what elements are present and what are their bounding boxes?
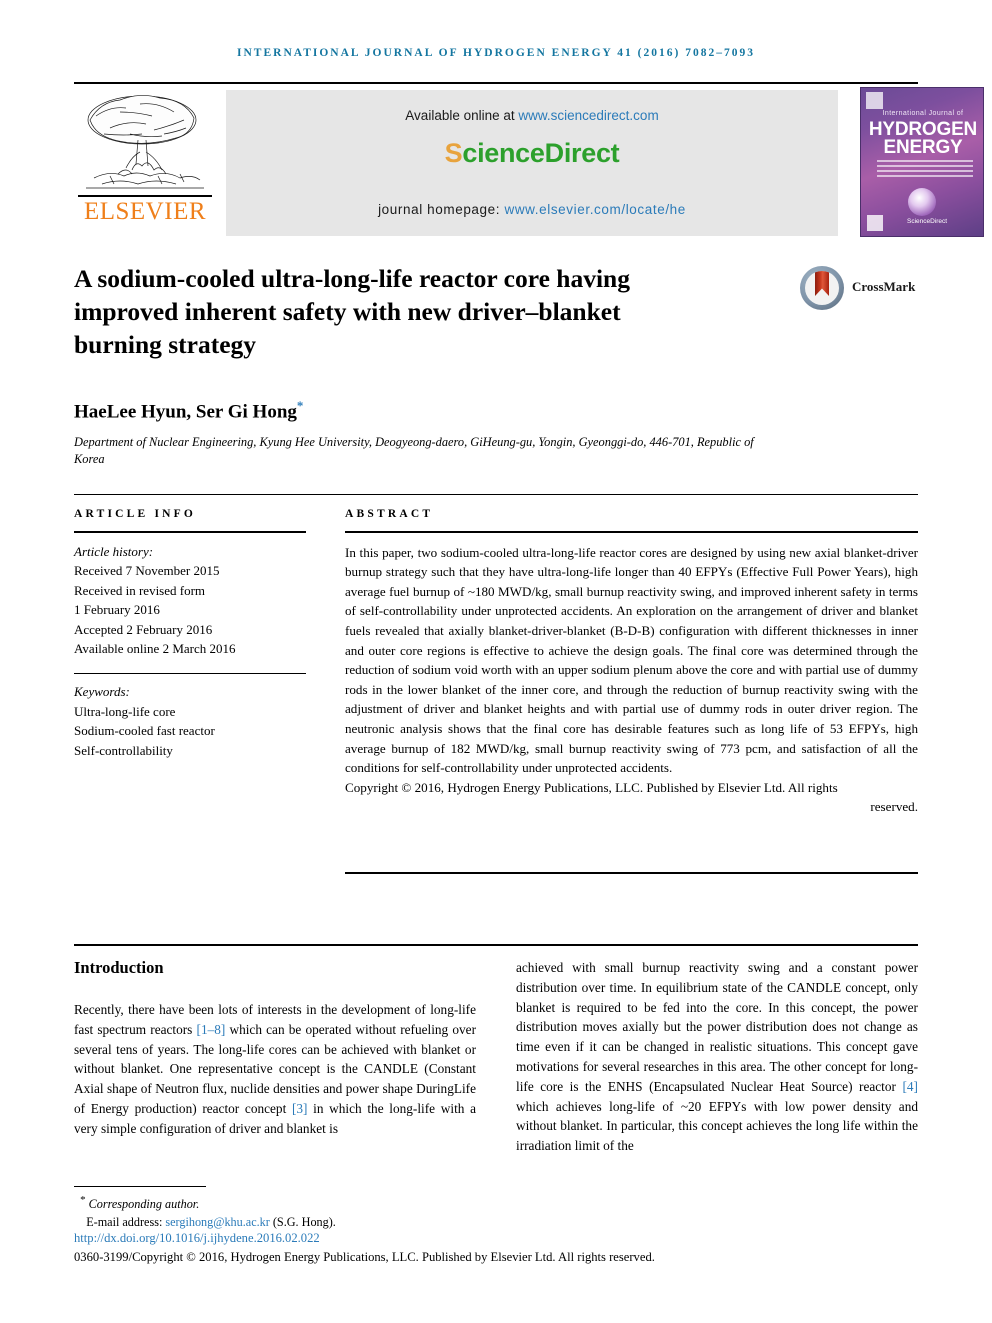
article-info-rule	[74, 531, 306, 533]
crossmark-circle-icon	[800, 266, 844, 310]
keyword-item: Ultra-long-life core	[74, 703, 176, 719]
journal-homepage-link[interactable]: www.elsevier.com/locate/he	[504, 202, 685, 217]
keywords-rule	[74, 672, 306, 675]
sciencedirect-logo-s: S	[444, 138, 463, 168]
corresponding-author-marker[interactable]: *	[297, 398, 304, 413]
cover-publisher-badge-icon	[866, 92, 883, 109]
cover-title-line-2: ENERGY	[883, 137, 963, 158]
body-divider	[74, 944, 918, 946]
sciencedirect-logo: ScienceDirect	[226, 138, 838, 169]
journal-cover-thumbnail: International Journal of HYDROGEN ENERGY…	[860, 87, 984, 237]
abstract-heading: ABSTRACT	[345, 508, 434, 520]
article-history-item: Accepted 2 February 2016	[74, 621, 213, 637]
paper-page: INTERNATIONAL JOURNAL OF HYDROGEN ENERGY…	[0, 0, 992, 1323]
article-history-item: Received in revised form	[74, 582, 206, 598]
introduction-paragraph-right: achieved with small burnup reactivity sw…	[516, 958, 918, 1156]
footnote-block: * Corresponding author. E-mail address: …	[74, 1192, 514, 1231]
body-column-left: Recently, there have been lots of intere…	[74, 1000, 476, 1139]
issn-copyright-line: 0360-3199/Copyright © 2016, Hydrogen Ene…	[74, 1250, 655, 1264]
journal-homepage-line: journal homepage: www.elsevier.com/locat…	[226, 202, 838, 217]
email-note: E-mail address: sergihong@khu.ac.kr (S.G…	[74, 1214, 514, 1232]
elsevier-tree-icon	[86, 95, 204, 189]
keywords-label: Keywords:	[74, 684, 130, 700]
introduction-heading: Introduction	[74, 958, 164, 977]
introduction-paragraph-left: Recently, there have been lots of intere…	[74, 1000, 476, 1139]
abstract-rule	[345, 531, 918, 533]
crossmark-ribbon-icon	[815, 271, 829, 296]
citation-link-4[interactable]: [4]	[902, 1079, 918, 1094]
corresponding-author-note: * Corresponding author.	[74, 1192, 514, 1214]
journal-homepage-prefix: journal homepage:	[378, 202, 505, 217]
cover-footer: ScienceDirect	[867, 215, 979, 231]
article-history-block: Article history: Received 7 November 201…	[74, 542, 324, 659]
available-online-line: Available online at www.sciencedirect.co…	[226, 108, 838, 123]
crossmark-badge[interactable]: CrossMark	[800, 266, 916, 310]
article-info-heading: ARTICLE INFO	[74, 508, 197, 520]
author-list: HaeLee Hyun, Ser Gi Hong*	[74, 398, 774, 423]
citation-link-3[interactable]: [3]	[292, 1101, 308, 1116]
keyword-item: Sodium-cooled fast reactor	[74, 723, 215, 739]
email-label: E-mail address:	[86, 1214, 166, 1229]
citation-link-1-8[interactable]: [1–8]	[197, 1022, 226, 1037]
section-divider-top	[74, 494, 918, 495]
body-column-right: achieved with small burnup reactivity sw…	[516, 958, 918, 1156]
affiliation: Department of Nuclear Engineering, Kyung…	[74, 435, 754, 466]
running-head: INTERNATIONAL JOURNAL OF HYDROGEN ENERGY…	[237, 47, 755, 59]
author-names: HaeLee Hyun, Ser Gi Hong	[74, 401, 297, 423]
abstract-copyright-tail: reserved.	[870, 799, 918, 815]
intro-right-text-part-1: achieved with small burnup reactivity sw…	[516, 960, 918, 1094]
crossmark-label: CrossMark	[852, 279, 916, 294]
cover-editor-lines	[877, 160, 973, 180]
elsevier-logo: ELSEVIER	[74, 90, 216, 236]
abstract-copyright: Copyright © 2016, Hydrogen Energy Public…	[345, 779, 838, 795]
doi-link[interactable]: http://dx.doi.org/10.1016/j.ijhydene.201…	[74, 1231, 320, 1246]
available-online-prefix: Available online at	[405, 108, 519, 123]
footnote-rule	[74, 1186, 206, 1187]
intro-right-text-part-2: which achieves long-life of ~20 EFPYs wi…	[516, 1098, 918, 1154]
cover-orb-graphic	[908, 188, 936, 216]
cover-footer-badge-icon	[867, 215, 883, 231]
sciencedirect-logo-rest: cienceDirect	[462, 138, 620, 168]
elsevier-rule	[78, 195, 212, 197]
cover-footer-sciencedirect: ScienceDirect	[907, 218, 948, 225]
elsevier-wordmark: ELSEVIER	[83, 198, 207, 225]
article-history-label: Article history:	[74, 543, 154, 559]
author-email-link[interactable]: sergihong@khu.ac.kr	[165, 1215, 269, 1229]
keyword-item: Self-controllability	[74, 742, 173, 758]
sciencedirect-url-link[interactable]: www.sciencedirect.com	[518, 108, 658, 123]
keywords-block: Keywords: Ultra-long-life core Sodium-co…	[74, 682, 324, 760]
sciencedirect-box: Available online at www.sciencedirect.co…	[226, 90, 838, 236]
abstract-divider-bottom	[345, 872, 918, 874]
corresponding-author-label: Corresponding author.	[88, 1197, 200, 1212]
crossmark-inner-disc	[805, 271, 839, 305]
article-info-column: ARTICLE INFO Article history: Received 7…	[74, 508, 324, 760]
footnote-star-marker: *	[80, 1194, 86, 1206]
article-history-item: Received 7 November 2015	[74, 563, 220, 579]
abstract-text: In this paper, two sodium-cooled ultra-l…	[345, 544, 918, 776]
journal-banner: ELSEVIER Available online at www.science…	[74, 82, 984, 239]
abstract-column: ABSTRACT In this paper, two sodium-coole…	[345, 508, 918, 817]
article-history-item: Available online 2 March 2016	[74, 641, 236, 657]
article-history-item: 1 February 2016	[74, 602, 160, 618]
page-title: A sodium-cooled ultra-long-life reactor …	[74, 264, 630, 359]
email-suffix: (S.G. Hong).	[269, 1214, 336, 1229]
cover-small-title: International Journal of	[882, 110, 964, 117]
